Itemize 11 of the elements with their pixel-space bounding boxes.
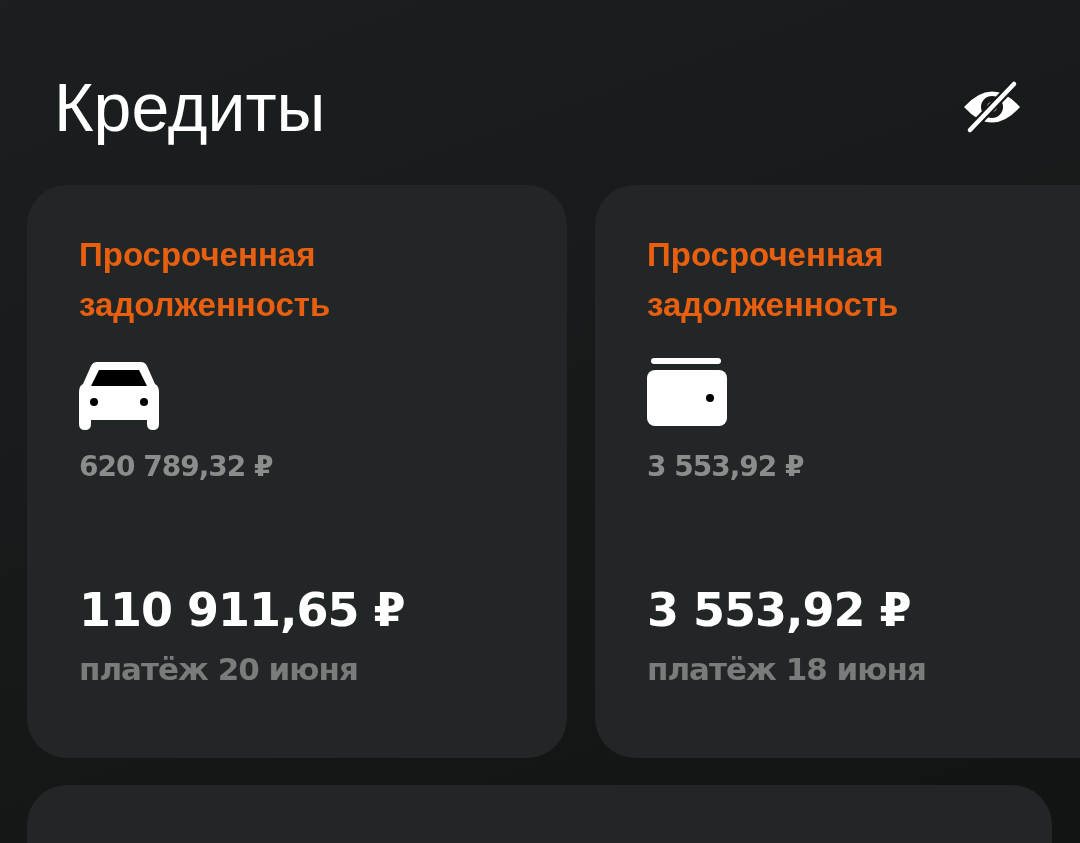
loan-card[interactable]: Просроченная задолженность 620 789,32 ₽ 110 911,65 ₽ платёж 20 июня [27,185,567,758]
loan-card[interactable]: Просроченная задолженность 3 553,92 ₽ 3 553,92 ₽ платёж 18 июня [595,185,1080,758]
overdue-status: Просроченная задолженность [79,235,332,325]
hide-eye-icon[interactable] [962,80,1022,134]
payment-date: платёж 18 июня [647,651,926,687]
loan-balance: 3 553,92 ₽ [647,450,804,483]
loan-balance: 620 789,32 ₽ [79,450,273,483]
payment-date: платёж 20 июня [79,651,358,687]
payment-amount: 110 911,65 ₽ [79,583,405,637]
payment-amount: 3 553,92 ₽ [647,583,911,637]
overdue-status: Просроченная задолженность [647,235,900,325]
